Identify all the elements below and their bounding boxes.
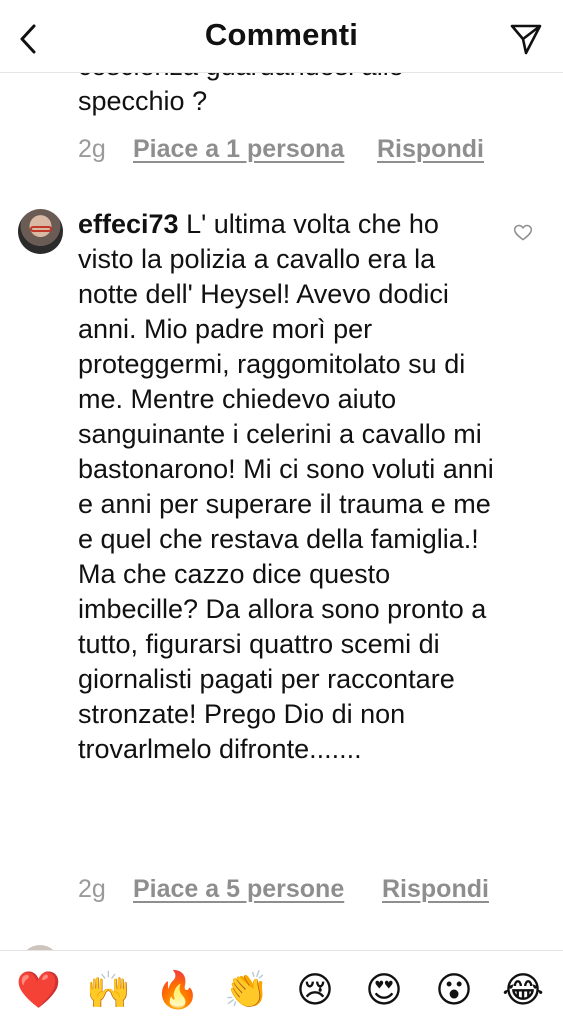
heart-eyes-emoji[interactable]: 😍 xyxy=(362,969,406,1013)
header-bar: Commenti xyxy=(0,0,563,73)
likes-link[interactable]: Piace a 5 persone xyxy=(133,875,344,904)
tears-of-joy-emoji[interactable]: 😂 xyxy=(501,969,545,1013)
red-heart-emoji[interactable]: ❤️ xyxy=(16,969,61,1013)
reply-button[interactable]: Rispondi xyxy=(377,135,484,164)
likes-link[interactable]: Piace a 1 persona xyxy=(133,135,344,164)
page-title: Commenti xyxy=(204,17,359,52)
comments-list[interactable]: coscienza guardandosi allo specchio ? 2g… xyxy=(0,73,563,950)
comment-body: effeci73 L' ultima volta che ho visto la… xyxy=(78,207,498,767)
emoji-reaction-bar: ❤️ 🙌 🔥 👏 😢 😍 😮 😂 xyxy=(0,950,563,1025)
raising-hands-emoji[interactable]: 🙌 xyxy=(86,969,131,1013)
fire-emoji[interactable]: 🔥 xyxy=(155,969,200,1013)
comment-username[interactable]: effeci73 xyxy=(78,209,179,239)
avatar-glasses xyxy=(30,226,52,232)
clapping-hands-emoji[interactable]: 👏 xyxy=(224,969,269,1013)
crying-face-emoji[interactable]: 😢 xyxy=(293,969,337,1013)
comment-time: 2g xyxy=(78,135,106,163)
paper-plane-icon[interactable] xyxy=(509,22,543,56)
previous-comment-text: coscienza guardandosi allo specchio ? xyxy=(78,73,404,116)
heart-outline-icon[interactable] xyxy=(513,223,533,243)
open-mouth-face-emoji[interactable]: 😮 xyxy=(432,969,476,1013)
reply-button[interactable]: Rispondi xyxy=(382,875,489,904)
comment-text: L' ultima volta che ho visto la polizia … xyxy=(78,209,494,764)
comment-time: 2g xyxy=(78,875,106,903)
avatar[interactable] xyxy=(18,209,63,254)
